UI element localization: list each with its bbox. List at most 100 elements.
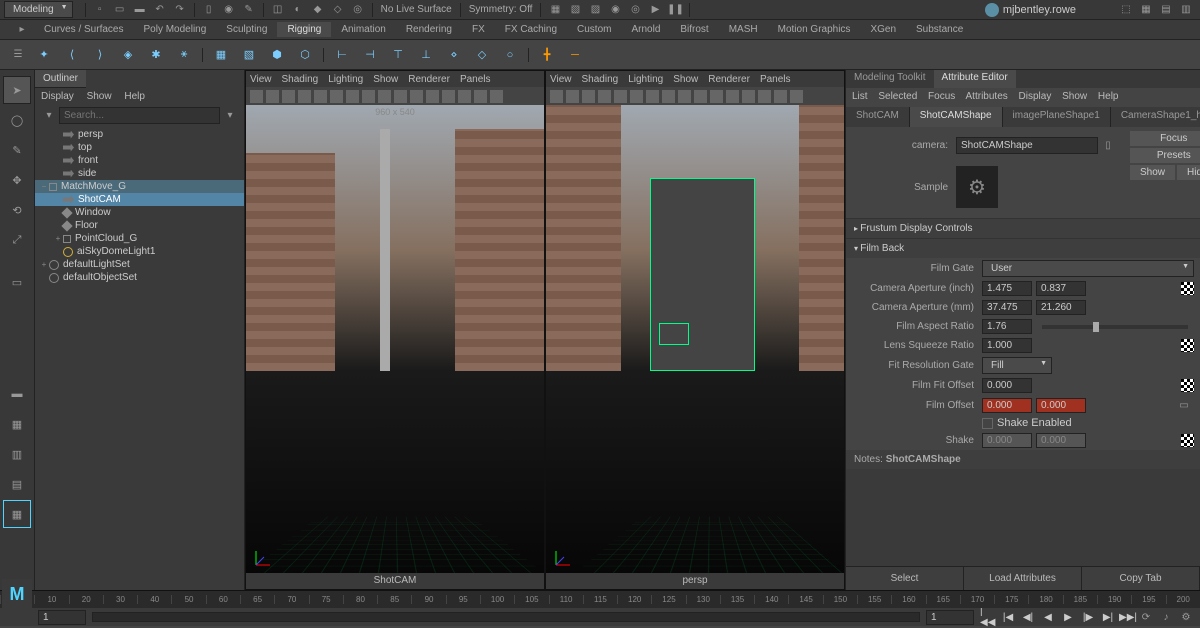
film-gate-dropdown[interactable]: User — [982, 260, 1194, 277]
outliner-menu-help[interactable]: Help — [124, 91, 145, 102]
pause-icon[interactable]: ❚❚ — [667, 2, 683, 18]
skin-icon[interactable]: ⚹ — [172, 43, 196, 67]
range-slider[interactable] — [92, 612, 920, 622]
light-editor-icon[interactable]: ◎ — [627, 2, 643, 18]
node-tab-ShotCAM[interactable]: ShotCAM — [846, 107, 910, 127]
shelf-tab-motion-graphics[interactable]: Motion Graphics — [768, 22, 861, 37]
film-aspect-ratio[interactable] — [982, 319, 1032, 334]
select-button[interactable]: Select — [846, 567, 964, 590]
human-ik-icon[interactable]: ─ — [563, 43, 587, 67]
outliner-item-persp[interactable]: persp — [35, 128, 244, 141]
shelf-tab-sculpting[interactable]: Sculpting — [216, 22, 277, 37]
ae-menu-list[interactable]: List — [852, 91, 868, 102]
shelf-toggle-icon[interactable]: ▸ — [12, 22, 32, 38]
shelf-tab-arnold[interactable]: Arnold — [621, 22, 670, 37]
lattice-icon[interactable]: ◈ — [116, 43, 140, 67]
move-tool[interactable]: ✥ — [3, 166, 31, 194]
layout-custom[interactable]: ▦ — [3, 500, 31, 528]
attribute-editor-tab[interactable]: Attribute Editor — [934, 70, 1016, 88]
snap-grid-icon[interactable]: ◫ — [270, 2, 286, 18]
viewport-left[interactable]: View Shading Lighting Show Renderer Pane… — [245, 70, 545, 590]
presets-button[interactable]: Presets — [1130, 148, 1200, 163]
constraint5-icon[interactable]: ⋄ — [442, 43, 466, 67]
map-button-icon[interactable] — [1181, 434, 1194, 447]
frustum-section-header[interactable]: Frustum Display Controls — [846, 219, 1200, 238]
workspace-icon4[interactable]: ▥ — [1178, 2, 1194, 18]
lasso-tool[interactable]: ◯ — [3, 106, 31, 134]
layout-single[interactable]: ▬ — [3, 380, 31, 408]
ik-spline-icon[interactable]: ⟩ — [88, 43, 112, 67]
show-button[interactable]: Show — [1130, 165, 1175, 180]
node-tab-imagePlaneShape1[interactable]: imagePlaneShape1 — [1003, 107, 1111, 127]
range-end-field[interactable] — [926, 610, 974, 625]
map-button-icon[interactable] — [1181, 379, 1194, 392]
notes-textarea[interactable] — [846, 469, 1200, 566]
outliner-item-Window[interactable]: Window — [35, 206, 244, 219]
workspace-dropdown[interactable]: Modeling — [4, 1, 73, 18]
shake-enabled-checkbox[interactable] — [982, 418, 993, 429]
select-icon[interactable]: ▯ — [201, 2, 217, 18]
fit-resolution-gate-dropdown[interactable]: Fill — [982, 357, 1052, 374]
step-back-button[interactable]: ◀| — [1020, 609, 1036, 625]
aperture-inch-x[interactable] — [982, 281, 1032, 296]
shelf-tab-fx[interactable]: FX — [462, 22, 495, 37]
shelf-tab-mash[interactable]: MASH — [719, 22, 768, 37]
aperture-mm-y[interactable] — [1036, 300, 1086, 315]
workspace-icon3[interactable]: ▤ — [1158, 2, 1174, 18]
symmetry-label[interactable]: Symmetry: Off — [469, 4, 533, 15]
search-options-icon[interactable]: ▾ — [222, 108, 238, 124]
rotate-tool[interactable]: ⟲ — [3, 196, 31, 224]
render-icon[interactable]: ▦ — [547, 2, 563, 18]
redo-icon[interactable]: ↷ — [172, 2, 188, 18]
outliner-item-defaultObjectSet[interactable]: defaultObjectSet — [35, 271, 244, 284]
connection-icon[interactable]: ▭ — [1176, 397, 1192, 413]
layout-four[interactable]: ▦ — [3, 410, 31, 438]
play-forward-button[interactable]: ▶ — [1060, 609, 1076, 625]
outliner-item-top[interactable]: top — [35, 141, 244, 154]
shelf-tab-custom[interactable]: Custom — [567, 22, 621, 37]
hide-button[interactable]: Hide — [1177, 165, 1200, 180]
range-start-field[interactable] — [38, 610, 86, 625]
go-to-end-button[interactable]: ▶▶| — [1120, 609, 1136, 625]
snap-curve-icon[interactable]: ◐ — [290, 2, 306, 18]
render-settings-icon[interactable]: ▨ — [587, 2, 603, 18]
undo-icon[interactable]: ↶ — [152, 2, 168, 18]
save-scene-icon[interactable]: ▬ — [132, 2, 148, 18]
shelf-tab-substance[interactable]: Substance — [906, 22, 973, 37]
outliner-menu-display[interactable]: Display — [41, 91, 74, 102]
outliner-item-front[interactable]: front — [35, 154, 244, 167]
wrap-icon[interactable]: ▧ — [237, 43, 261, 67]
time-slider[interactable]: 1102030405060657075808590951001051101151… — [0, 590, 1200, 608]
copy-tab-button[interactable]: Copy Tab — [1082, 567, 1200, 590]
ae-menu-selected[interactable]: Selected — [878, 91, 917, 102]
outliner-item-aiSkyDomeLight1[interactable]: aiSkyDomeLight1 — [35, 245, 244, 258]
snap-point-icon[interactable]: ◆ — [310, 2, 326, 18]
loop-icon[interactable]: ⟳ — [1138, 609, 1154, 625]
lasso-icon[interactable]: ◉ — [221, 2, 237, 18]
constraint2-icon[interactable]: ⊣ — [358, 43, 382, 67]
step-forward-key-button[interactable]: ▶| — [1100, 609, 1116, 625]
vp-menu-shading[interactable]: Shading — [282, 74, 319, 85]
constraint1-icon[interactable]: ⊢ — [330, 43, 354, 67]
film-fit-offset[interactable] — [982, 378, 1032, 393]
ae-menu-display[interactable]: Display — [1019, 91, 1052, 102]
vp-menu-lighting[interactable]: Lighting — [328, 74, 363, 85]
vp-tool-icon[interactable] — [250, 90, 263, 103]
workspace-icon1[interactable]: ⬚ — [1118, 2, 1134, 18]
layout-two-stack[interactable]: ▤ — [3, 470, 31, 498]
ipr-icon[interactable]: ▧ — [567, 2, 583, 18]
step-forward-button[interactable]: |▶ — [1080, 609, 1096, 625]
search-input[interactable] — [59, 107, 220, 124]
go-to-start-button[interactable]: |◀◀ — [980, 609, 996, 625]
shelf-tab-xgen[interactable]: XGen — [860, 22, 906, 37]
scale-tool[interactable]: ⤢ — [3, 226, 31, 254]
ae-menu-help[interactable]: Help — [1098, 91, 1119, 102]
live-surface-label[interactable]: No Live Surface — [381, 4, 452, 15]
outliner-menu-show[interactable]: Show — [87, 91, 112, 102]
layout-two-side[interactable]: ▥ — [3, 440, 31, 468]
focus-button[interactable]: Focus — [1130, 131, 1200, 146]
film-offset-y[interactable] — [1036, 398, 1086, 413]
vp-menu-renderer[interactable]: Renderer — [408, 74, 450, 85]
step-back-key-button[interactable]: |◀ — [1000, 609, 1016, 625]
far-slider[interactable] — [1042, 325, 1188, 329]
